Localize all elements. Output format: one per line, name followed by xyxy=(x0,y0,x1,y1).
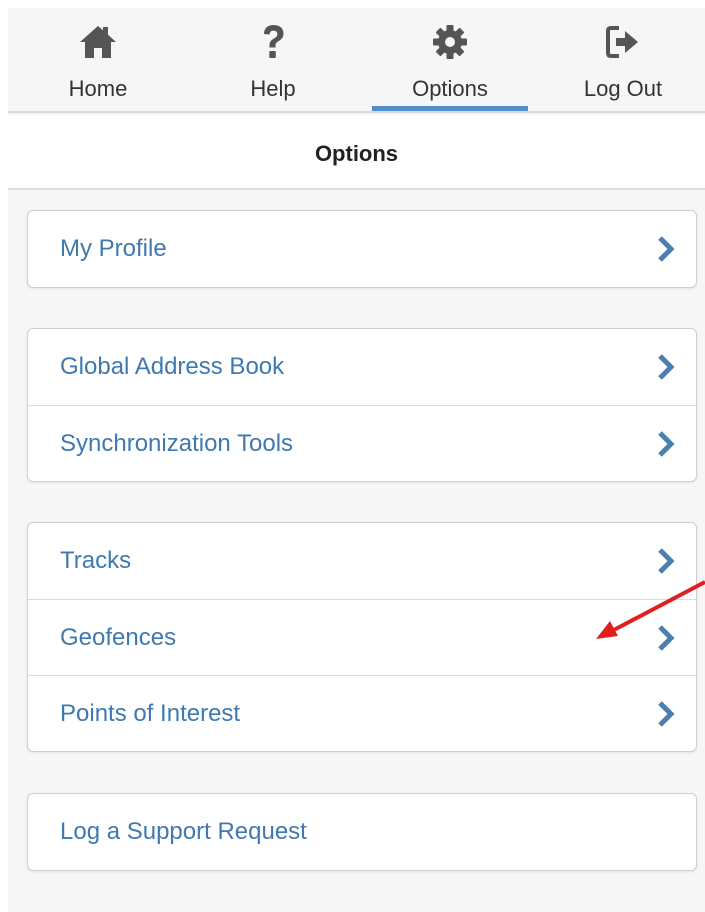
chevron-right-icon xyxy=(658,431,675,457)
options-group-support: Log a Support Request xyxy=(27,793,697,871)
page-title: Options xyxy=(314,141,399,166)
chevron-right-icon xyxy=(658,548,675,574)
annotation-arrow-icon xyxy=(596,580,705,639)
menu-item-label: Points of Interest xyxy=(60,700,241,727)
menu-item-my-profile[interactable]: My Profile xyxy=(28,211,696,287)
chevron-right-icon xyxy=(658,236,675,262)
nav-help-label: Help xyxy=(250,76,296,101)
nav-log-out-label: Log Out xyxy=(583,76,663,101)
menu-item-label: Tracks xyxy=(60,547,132,574)
nav-help[interactable]: Help xyxy=(193,8,353,112)
nav-home[interactable]: Home xyxy=(18,8,178,112)
menu-item-label: Synchronization Tools xyxy=(60,430,294,457)
help-icon xyxy=(264,25,284,58)
app-window: Home Help Options Log Out Options My Pro… xyxy=(8,8,705,912)
menu-item-synchronization-tools[interactable]: Synchronization Tools xyxy=(28,405,696,481)
chevron-right-icon xyxy=(658,354,675,380)
options-group-sync: Global Address Book Synchronization Tool… xyxy=(27,328,697,482)
menu-item-points-of-interest[interactable]: Points of Interest xyxy=(28,675,696,751)
nav-home-label: Home xyxy=(68,76,128,101)
menu-item-log-support-request[interactable]: Log a Support Request xyxy=(28,794,696,870)
menu-item-global-address-book[interactable]: Global Address Book xyxy=(28,329,696,405)
top-nav-bar: Home Help Options Log Out xyxy=(8,8,705,113)
menu-item-label: Log a Support Request xyxy=(60,818,307,845)
menu-item-label: Geofences xyxy=(60,624,177,651)
page-header: Options xyxy=(8,115,705,190)
nav-options-label: Options xyxy=(412,76,488,101)
options-group-profile: My Profile xyxy=(27,210,697,288)
chevron-right-icon xyxy=(658,701,675,727)
nav-log-out[interactable]: Log Out xyxy=(543,8,703,112)
home-icon xyxy=(80,26,116,58)
log-out-icon xyxy=(606,26,638,58)
menu-item-label: Global Address Book xyxy=(60,353,285,380)
nav-options[interactable]: Options xyxy=(370,8,530,112)
active-tab-indicator xyxy=(372,106,528,111)
menu-item-label: My Profile xyxy=(60,235,167,262)
gear-icon xyxy=(433,25,467,59)
